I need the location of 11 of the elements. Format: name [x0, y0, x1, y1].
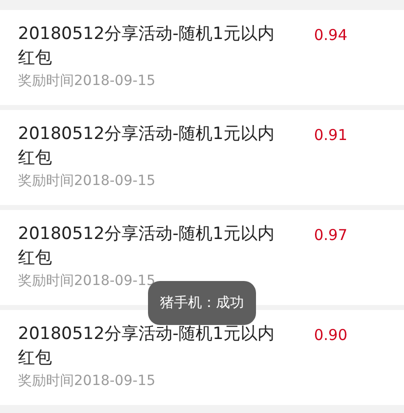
record-title: 20180512分享活动-随机1元以内红包 [18, 123, 276, 170]
reward-date: 奖励时间2018-09-15 [18, 372, 156, 391]
record-title: 20180512分享活动-随机1元以内红包 [18, 223, 276, 270]
record-title: 20180512分享活动-随机1元以内红包 [18, 23, 276, 70]
reward-amount: 0.94 [314, 26, 348, 46]
reward-amount: 0.91 [314, 126, 348, 146]
reward-date: 奖励时间2018-09-15 [18, 72, 156, 91]
reward-amount: 0.97 [314, 226, 348, 246]
reward-amount: 0.90 [314, 326, 348, 346]
reward-date: 奖励时间2018-09-15 [18, 172, 156, 191]
record-title: 20180512分享活动-随机1元以内红包 [18, 323, 276, 370]
